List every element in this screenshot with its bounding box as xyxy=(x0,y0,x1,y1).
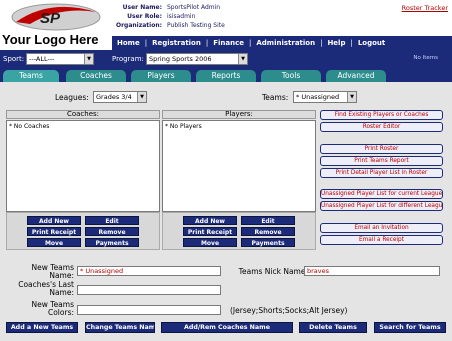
nav-home[interactable]: Home xyxy=(112,39,145,47)
email-receipt-button[interactable]: Email a Receipt xyxy=(320,235,443,245)
print-coach-receipt-button[interactable]: Print Receipt xyxy=(27,227,81,236)
coach-last-name-input[interactable] xyxy=(77,285,221,295)
print-detail-player-list-button[interactable]: Print Detail Player List in Roster xyxy=(320,168,443,178)
program-label: Program: xyxy=(112,55,144,63)
unassigned-different-league-button[interactable]: Unassigned Player List for different Lea… xyxy=(320,201,443,211)
player-payments-button[interactable]: Payments xyxy=(241,238,295,247)
coaches-header: Coaches: xyxy=(6,110,160,119)
move-coach-button[interactable]: Move xyxy=(27,238,81,247)
program-select-value: Spring Sports 2006 xyxy=(149,55,212,63)
tab-reports[interactable]: Reports xyxy=(196,70,256,82)
change-team-name-button[interactable]: Change Teams Nam xyxy=(85,322,155,333)
user-info-panel: User Name: SportsPilot Admin User Role: … xyxy=(112,0,452,36)
add-remove-coach-button[interactable]: Add/Rem Coaches Name xyxy=(161,322,293,333)
remove-coach-button[interactable]: Remove xyxy=(85,227,139,236)
add-coach-button[interactable]: Add New xyxy=(27,216,81,225)
nick-name-input[interactable]: braves xyxy=(304,266,440,276)
roster-editor-button[interactable]: Roster Editor xyxy=(320,122,443,132)
organization-label: Organization: xyxy=(116,22,162,29)
add-team-button[interactable]: Add a New Teams xyxy=(6,322,78,333)
sport-label: Sport: xyxy=(3,55,25,63)
logo-text: Your Logo Here xyxy=(2,32,99,47)
remove-player-button[interactable]: Remove xyxy=(241,227,295,236)
svg-text:SP: SP xyxy=(40,10,61,27)
tab-coaches[interactable]: Coaches xyxy=(66,70,126,82)
chevron-down-icon: ▼ xyxy=(347,92,356,102)
chevron-down-icon: ▼ xyxy=(238,54,247,64)
tab-teams[interactable]: Teams xyxy=(3,70,59,82)
organization-value: Publish Testing Site xyxy=(167,22,225,29)
logo-swoosh-icon: SP xyxy=(11,3,101,31)
new-team-name-input[interactable]: * Unassigned xyxy=(77,266,221,276)
program-select[interactable]: Spring Sports 2006 ▼ xyxy=(146,53,248,65)
unassigned-current-league-button[interactable]: Unassigned Player List for current Leagu… xyxy=(320,189,443,199)
players-button-group: Add New Edit Print Receipt Remove Move P… xyxy=(162,212,316,250)
move-player-button[interactable]: Move xyxy=(183,238,237,247)
nav-finance[interactable]: Finance xyxy=(208,39,249,47)
user-name-value: SportsPilot Admin xyxy=(167,4,221,11)
coaches-button-group: Add New Edit Print Receipt Remove Move P… xyxy=(6,212,160,250)
teams-select-value: * Unassigned xyxy=(296,93,340,101)
roster-tracker-link[interactable]: Roster Tracker xyxy=(402,4,448,12)
find-existing-button[interactable]: Find Existing Players or Coaches xyxy=(320,110,443,120)
tab-advanced[interactable]: Advanced xyxy=(326,70,386,82)
team-colors-input[interactable] xyxy=(77,305,221,315)
nav-administration[interactable]: Administration xyxy=(251,39,320,47)
logo-area: SP Your Logo Here xyxy=(0,0,112,50)
coach-last-name-label: Coaches's Last Name: xyxy=(18,280,74,297)
main-panel: Leagues: Grades 3/4 ▼ Teams: * Unassigne… xyxy=(0,82,452,259)
print-player-receipt-button[interactable]: Print Receipt xyxy=(183,227,237,236)
uniform-hint: (Jersey;Shorts;Socks;Alt Jersey) xyxy=(230,306,348,315)
email-invitation-button[interactable]: Email an Invitation xyxy=(320,223,443,233)
sport-select-value: ---ALL--- xyxy=(29,55,55,63)
new-team-name-label: New Teams Name: xyxy=(31,263,74,280)
search-teams-button[interactable]: Search for Teams xyxy=(374,322,446,333)
edit-player-button[interactable]: Edit xyxy=(241,216,295,225)
top-navigation: Home | Registration | Finance | Administ… xyxy=(112,36,452,50)
edit-coach-button[interactable]: Edit xyxy=(85,216,139,225)
team-colors-label: New Teams Colors: xyxy=(31,300,74,317)
nav-help[interactable]: Help xyxy=(322,39,350,47)
user-name-label: User Name: xyxy=(122,4,162,11)
chevron-down-icon: ▼ xyxy=(84,54,93,64)
chevron-down-icon: ▼ xyxy=(137,92,146,102)
leagues-select[interactable]: Grades 3/4 ▼ xyxy=(93,91,147,103)
filter-bar: Sport: ---ALL--- ▼ Program: Spring Sport… xyxy=(0,50,452,68)
list-item[interactable]: * No Players xyxy=(165,123,313,130)
tab-tools[interactable]: Tools xyxy=(261,70,321,82)
user-role-value: isisadmin xyxy=(167,13,196,20)
players-header: Players: xyxy=(162,110,316,119)
status-text: No Items xyxy=(413,55,438,61)
print-teams-report-button[interactable]: Print Teams Report xyxy=(320,156,443,166)
leagues-select-value: Grades 3/4 xyxy=(96,93,132,101)
user-role-label: User Role: xyxy=(127,13,162,20)
delete-team-button[interactable]: Delete Teams xyxy=(299,322,367,333)
teams-select[interactable]: * Unassigned ▼ xyxy=(293,91,357,103)
coach-payments-button[interactable]: Payments xyxy=(85,238,139,247)
teams-label: Teams: xyxy=(262,93,289,102)
nav-registration[interactable]: Registration xyxy=(147,39,206,47)
sport-select[interactable]: ---ALL--- ▼ xyxy=(26,53,94,65)
list-item[interactable]: * No Coaches xyxy=(9,123,157,130)
nick-name-label: Teams Nick Name: xyxy=(238,267,308,276)
nav-logout[interactable]: Logout xyxy=(353,39,390,47)
leagues-label: Leagues: xyxy=(55,93,89,102)
bottom-button-bar: Add a New Teams Change Teams Nam Add/Rem… xyxy=(0,319,452,341)
players-listbox[interactable]: * No Players xyxy=(162,120,316,212)
print-roster-button[interactable]: Print Roster xyxy=(320,144,443,154)
tab-bar: Teams Coaches Players Reports Tools Adva… xyxy=(0,68,452,82)
tab-players[interactable]: Players xyxy=(131,70,191,82)
coaches-listbox[interactable]: * No Coaches xyxy=(6,120,160,212)
add-player-button[interactable]: Add New xyxy=(183,216,237,225)
